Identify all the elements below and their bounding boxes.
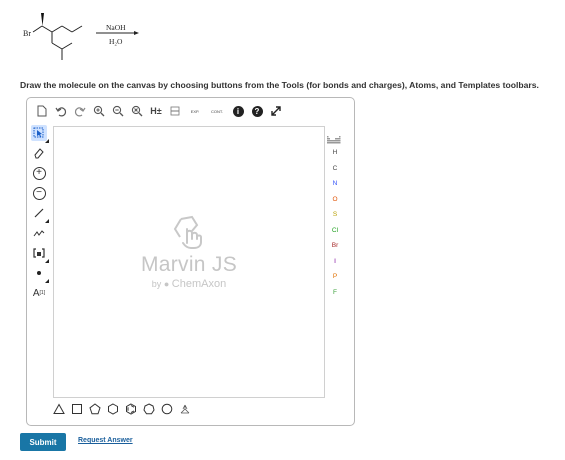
charge-minus-icon: − <box>32 186 46 200</box>
atom-label-superscript: [1] <box>39 290 46 296</box>
periodic-table-icon[interactable] <box>327 131 341 144</box>
cycloheptane-template-icon[interactable] <box>143 403 155 415</box>
drawing-canvas[interactable]: Marvin JS by ● ChemAxon <box>53 126 325 398</box>
erase-tool[interactable] <box>31 145 47 161</box>
zoom-in-icon[interactable] <box>92 104 106 118</box>
atom-c[interactable]: C <box>325 161 345 177</box>
cyclooctane-template-icon[interactable] <box>161 403 173 415</box>
atom-label-tool[interactable]: A [1] <box>31 285 47 301</box>
bicyclic-template-icon[interactable] <box>179 403 191 415</box>
cyclopropane-template-icon[interactable] <box>53 403 65 415</box>
atom-br[interactable]: Br <box>325 238 345 254</box>
watermark-subtitle: by ● ChemAxon <box>54 278 324 290</box>
bracket-tool[interactable] <box>31 245 49 263</box>
expand-button[interactable]: EXP. <box>187 104 203 118</box>
atom-f[interactable]: F <box>325 285 345 301</box>
new-document-icon[interactable] <box>35 104 49 118</box>
submenu-corner-icon <box>45 139 49 143</box>
submit-button[interactable]: Submit <box>20 433 66 451</box>
cyclobutane-template-icon[interactable] <box>71 403 83 415</box>
reagent-label: NaOH <box>106 23 126 32</box>
charge-minus-tool[interactable]: − <box>31 185 47 201</box>
undo-icon[interactable] <box>54 104 68 118</box>
cyclohexane-template-icon[interactable] <box>107 403 119 415</box>
atom-p[interactable]: P <box>325 269 345 285</box>
single-bond-tool[interactable] <box>31 205 49 223</box>
help-icon: ? <box>251 105 263 117</box>
templates-toolbar <box>53 402 223 416</box>
charge-plus-tool[interactable]: + <box>31 165 47 181</box>
substituent-label: Br <box>23 29 31 38</box>
info-icon: i <box>232 105 244 117</box>
submenu-corner-icon <box>45 279 49 283</box>
submenu-corner-icon <box>45 219 49 223</box>
benzene-template-icon[interactable] <box>125 403 137 415</box>
redo-icon[interactable] <box>73 104 87 118</box>
atoms-toolbar: H C N O S Cl Br I P F <box>325 145 345 300</box>
left-toolbar: + − A [1] <box>31 125 49 405</box>
zoom-fit-icon[interactable] <box>130 104 144 118</box>
atom-cl[interactable]: Cl <box>325 223 345 239</box>
atom-n[interactable]: N <box>325 176 345 192</box>
watermark-by: by <box>151 279 162 289</box>
hydrogen-toggle-button[interactable]: H± <box>149 104 163 118</box>
chemaxon-logo-icon: ● <box>163 279 170 289</box>
instruction-text: Draw the molecule on the canvas by choos… <box>20 80 539 90</box>
chain-tool[interactable] <box>31 225 47 241</box>
top-toolbar: H± EXP. CONT. i ? <box>35 103 335 119</box>
marvin-editor: H± EXP. CONT. i ? + − A [1] Marvin JS by… <box>26 97 355 426</box>
atom-label-icon: A <box>32 287 40 299</box>
select-tool[interactable] <box>31 125 49 143</box>
atom-o[interactable]: O <box>325 192 345 208</box>
request-answer-link[interactable]: Request Answer <box>78 437 133 444</box>
atom-h[interactable]: H <box>325 145 345 161</box>
marvin-watermark: Marvin JS by ● ChemAxon <box>54 215 324 290</box>
zoom-out-icon[interactable] <box>111 104 125 118</box>
solvent-label: H₂O <box>109 37 123 46</box>
radical-tool[interactable] <box>31 265 49 283</box>
cyclopentane-template-icon[interactable] <box>89 403 101 415</box>
radical-dot-icon <box>37 271 41 275</box>
marvin-logo-icon <box>173 215 202 249</box>
watermark-title: Marvin JS <box>140 253 238 276</box>
fullscreen-icon[interactable] <box>269 104 283 118</box>
contract-button[interactable]: CONT. <box>208 104 226 118</box>
atom-s[interactable]: S <box>325 207 345 223</box>
submenu-corner-icon <box>45 259 49 263</box>
info-button[interactable]: i <box>231 104 245 118</box>
watermark-brand: ChemAxon <box>171 278 227 290</box>
charge-plus-icon: + <box>32 166 46 180</box>
atom-i[interactable]: I <box>325 254 345 270</box>
clean-2d-icon[interactable] <box>168 104 182 118</box>
help-button[interactable]: ? <box>250 104 264 118</box>
reaction-scheme: Br NaOH H₂O <box>23 13 139 60</box>
